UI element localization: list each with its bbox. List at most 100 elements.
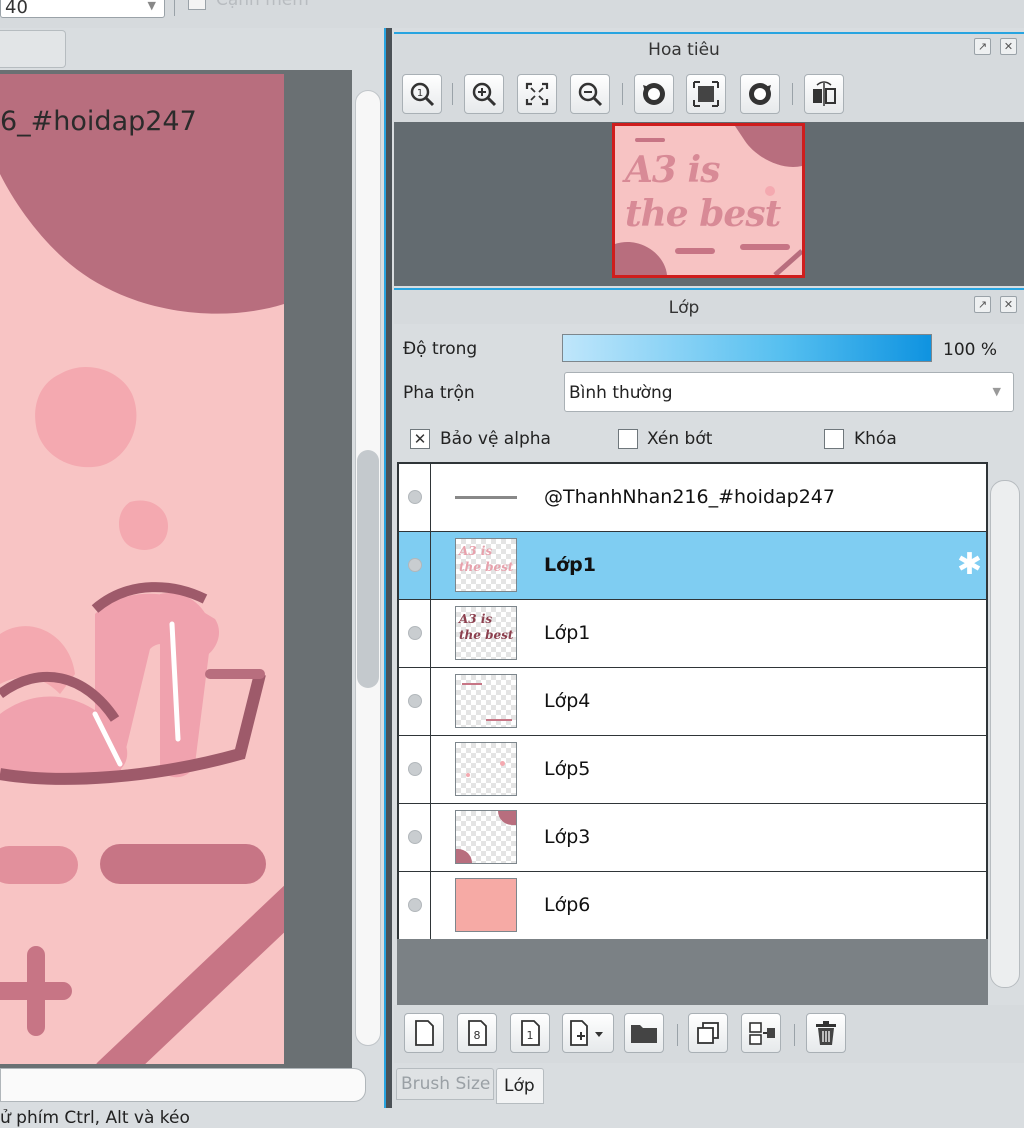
visibility-toggle-icon[interactable]	[408, 490, 422, 504]
zoom-in-icon	[472, 82, 497, 107]
layer-row[interactable]: @ThanhNhan216_#hoidap247	[399, 464, 986, 532]
layer-list-scrollbar[interactable]	[990, 480, 1020, 988]
delete-layer-button[interactable]	[806, 1013, 846, 1053]
add-layer-menu-icon	[570, 1020, 603, 1046]
new-layer-button[interactable]	[404, 1013, 444, 1053]
fit-window-button[interactable]	[517, 74, 557, 114]
navigator-thumb-text: A3 is the best	[625, 149, 781, 235]
tab-layer[interactable]: Lớp	[496, 1068, 544, 1104]
thumb-line	[455, 496, 517, 499]
layer-thumbnail	[455, 674, 517, 728]
protect-alpha-checkbox[interactable]: ✕	[410, 429, 430, 449]
opacity-slider[interactable]	[562, 334, 932, 362]
clipping-label: Xén bớt	[647, 429, 713, 449]
layer-panel-close-icon[interactable]: ✕	[1000, 296, 1017, 313]
toolbar-separator	[794, 1024, 795, 1046]
zoom-out-button[interactable]	[570, 74, 610, 114]
layer-name: Lớp1	[544, 622, 591, 644]
add-layer-menu-button[interactable]	[562, 1013, 614, 1053]
protect-alpha-label: Bảo vệ alpha	[440, 429, 551, 449]
flip-horizontal-button[interactable]	[804, 74, 844, 114]
duplicate-layer-button[interactable]	[688, 1013, 728, 1053]
merge-down-icon	[749, 1022, 775, 1045]
new-folder-button[interactable]	[624, 1013, 664, 1053]
zoom-actual-button[interactable]: 1	[402, 74, 442, 114]
zoom-out-icon	[578, 82, 603, 107]
rotate-left-button[interactable]	[634, 74, 674, 114]
layer-thumbnail	[455, 470, 517, 524]
antialias-checkbox[interactable]	[188, 0, 206, 10]
layer-panel-title: Lớp	[668, 298, 700, 318]
canvas-artwork[interactable]: 6_#hoidap247	[0, 74, 284, 1064]
layer-name: Lớp1	[544, 554, 596, 576]
layer-thumbnail: A3 is the best	[455, 606, 517, 660]
tab-brush-size[interactable]: Brush Size	[396, 1068, 494, 1100]
reset-view-button[interactable]	[686, 74, 726, 114]
reset-view-icon	[693, 81, 719, 107]
toolbar-separator	[622, 83, 623, 105]
visibility-toggle-icon[interactable]	[408, 762, 422, 776]
svg-text:1: 1	[417, 88, 423, 99]
row-divider	[430, 804, 431, 871]
canvas-tab[interactable]	[0, 30, 66, 68]
zoom-actual-icon: 1	[410, 82, 435, 107]
visibility-toggle-icon[interactable]	[408, 626, 422, 640]
navigator-title: Hoa tiêu	[648, 40, 720, 60]
row-divider	[430, 532, 431, 599]
rotate-right-icon	[749, 83, 771, 105]
layer-toolbar: 8 1	[394, 1005, 1024, 1063]
layer-name: Lớp3	[544, 826, 591, 848]
lock-label: Khóa	[854, 429, 897, 449]
status-hint: ử phím Ctrl, Alt và kéo	[0, 1108, 190, 1128]
brush-size-value: 40	[5, 0, 28, 18]
row-divider	[430, 668, 431, 735]
layer-panel-popout-icon[interactable]: ↗	[974, 296, 991, 313]
layer-row[interactable]: Lớp6	[399, 872, 986, 940]
delete-layer-icon	[816, 1021, 836, 1045]
zoom-in-button[interactable]	[464, 74, 504, 114]
canvas-horizontal-scrollbar[interactable]	[0, 1068, 366, 1102]
lock-checkbox[interactable]	[824, 429, 844, 449]
layer-row[interactable]: Lớp4	[399, 668, 986, 736]
navigator-close-icon[interactable]: ✕	[1000, 38, 1017, 55]
clipping-checkbox[interactable]	[618, 429, 638, 449]
new-1bit-layer-button[interactable]: 1	[510, 1013, 550, 1053]
visibility-toggle-icon[interactable]	[408, 558, 422, 572]
layer-row[interactable]: A3 is the best Lớp1 ✱	[399, 532, 986, 600]
chevron-down-icon: ▼	[147, 0, 156, 12]
brush-size-combo[interactable]: 40 ▼	[0, 0, 165, 18]
layer-row[interactable]: Lớp5	[399, 736, 986, 804]
navigator-toolbar: 1	[394, 66, 1024, 122]
navigator-view-frame[interactable]: A3 is the best	[612, 123, 805, 278]
visibility-toggle-icon[interactable]	[408, 898, 422, 912]
visibility-toggle-icon[interactable]	[408, 694, 422, 708]
toolbar-separator	[677, 1024, 678, 1046]
layer-list-empty-area[interactable]	[397, 939, 988, 1005]
chevron-down-icon: ▼	[992, 385, 1001, 398]
canvas-watermark-text: 6_#hoidap247	[0, 106, 197, 137]
row-divider	[430, 600, 431, 667]
blend-mode-value: Bình thường	[569, 383, 673, 403]
layer-thumbnail	[455, 810, 517, 864]
new-8bit-layer-icon: 8	[468, 1020, 487, 1046]
duplicate-layer-icon	[697, 1022, 719, 1044]
canvas-scroll-thumb[interactable]	[357, 450, 379, 688]
row-divider	[430, 464, 431, 531]
new-8bit-layer-button[interactable]: 8	[457, 1013, 497, 1053]
layer-row[interactable]: Lớp3	[399, 804, 986, 872]
rotate-right-button[interactable]	[740, 74, 780, 114]
layer-thumbnail: A3 is the best	[455, 538, 517, 592]
navigator-popout-icon[interactable]: ↗	[974, 38, 991, 55]
opacity-label: Độ trong	[403, 339, 478, 359]
toolbar-separator	[452, 83, 453, 105]
merge-down-button[interactable]	[741, 1013, 781, 1053]
gear-icon[interactable]: ✱	[957, 550, 982, 580]
blend-mode-select[interactable]: Bình thường ▼	[564, 372, 1014, 412]
svg-text:1: 1	[527, 1029, 534, 1042]
visibility-toggle-icon[interactable]	[408, 830, 422, 844]
svg-text:8: 8	[474, 1029, 481, 1042]
layer-row[interactable]: A3 is the best Lớp1	[399, 600, 986, 668]
row-divider	[430, 736, 431, 803]
layer-name: Lớp6	[544, 894, 591, 916]
canvas-viewport[interactable]: 6_#hoidap247	[0, 70, 352, 1070]
